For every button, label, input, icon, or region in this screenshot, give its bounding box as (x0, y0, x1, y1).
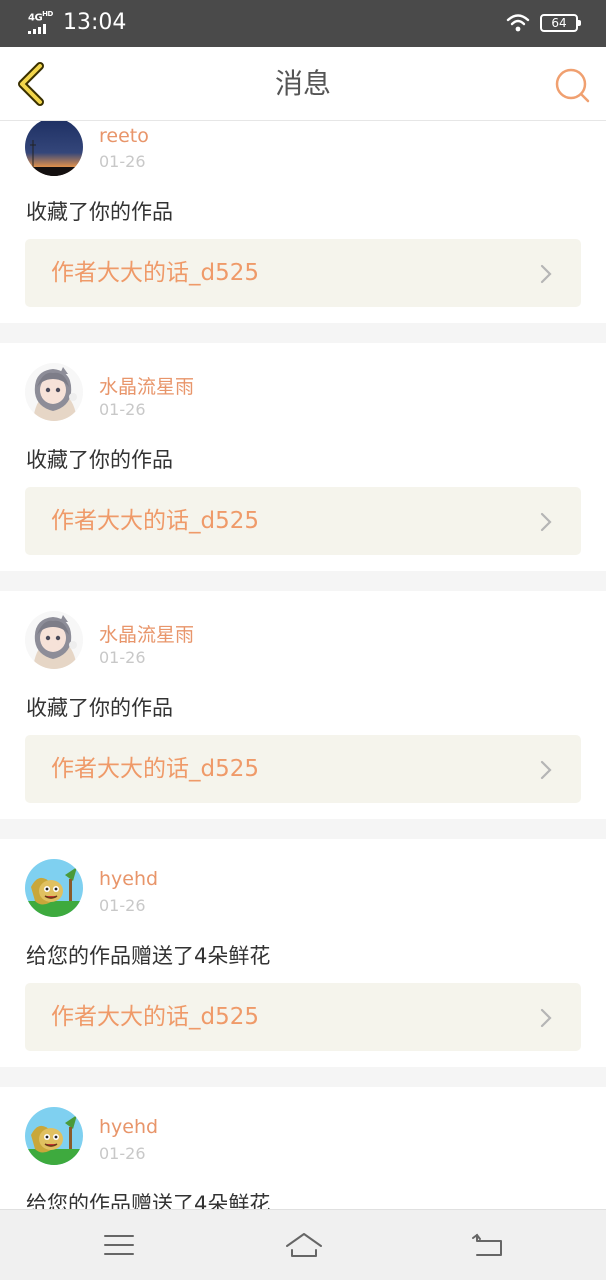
chevron-right-icon (540, 512, 552, 532)
timestamp: 01-26 (99, 648, 146, 667)
work-title: 作者大大的话_d525 (51, 756, 259, 782)
username[interactable]: 水晶流星雨 (99, 620, 194, 647)
message-text: 给您的作品赠送了4朵鲜花 (26, 944, 271, 968)
wifi-icon (506, 14, 530, 32)
work-link[interactable]: 作者大大的话_d525 (25, 983, 581, 1051)
username[interactable]: hyehd (99, 1116, 158, 1138)
message-list[interactable]: reeto 01-26 收藏了你的作品 作者大大的话_d525 水晶流星雨 01… (0, 121, 606, 1209)
timestamp: 01-26 (99, 400, 146, 419)
username[interactable]: reeto (99, 125, 149, 147)
chevron-right-icon (540, 760, 552, 780)
work-title: 作者大大的话_d525 (51, 508, 259, 534)
message-card: 水晶流星雨 01-26 收藏了你的作品 作者大大的话_d525 (0, 343, 606, 571)
work-link[interactable]: 作者大大的话_d525 (25, 239, 581, 307)
timestamp: 01-26 (99, 896, 146, 915)
chevron-right-icon (540, 1008, 552, 1028)
battery-level: 64 (551, 16, 567, 30)
timestamp: 01-26 (99, 152, 146, 171)
signal-icon: 4GHD (28, 10, 58, 36)
avatar[interactable] (25, 859, 83, 917)
message-card: reeto 01-26 收藏了你的作品 作者大大的话_d525 (0, 121, 606, 323)
message-text: 收藏了你的作品 (26, 696, 173, 720)
message-card: hyehd 01-26 给您的作品赠送了4朵鲜花 作者大大的话_d525 (0, 839, 606, 1067)
clock: 13:04 (63, 10, 127, 35)
avatar[interactable] (25, 121, 83, 176)
avatar[interactable] (25, 611, 83, 669)
network-label: 4GHD (28, 10, 53, 24)
menu-icon[interactable] (102, 1230, 136, 1260)
search-icon[interactable] (552, 65, 592, 105)
username[interactable]: hyehd (99, 868, 158, 890)
work-title: 作者大大的话_d525 (51, 260, 259, 286)
message-card: 水晶流星雨 01-26 收藏了你的作品 作者大大的话_d525 (0, 591, 606, 819)
page-title: 消息 (274, 67, 331, 100)
work-link[interactable]: 作者大大的话_d525 (25, 487, 581, 555)
work-link[interactable]: 作者大大的话_d525 (25, 735, 581, 803)
avatar[interactable] (25, 1107, 83, 1165)
back-nav-icon[interactable] (471, 1230, 505, 1260)
work-title: 作者大大的话_d525 (51, 1004, 259, 1030)
system-nav-bar (0, 1209, 606, 1280)
avatar[interactable] (25, 363, 83, 421)
message-card: hyehd 01-26 给您的作品赠送了4朵鲜花 (0, 1087, 606, 1209)
chevron-right-icon (540, 264, 552, 284)
message-text: 收藏了你的作品 (26, 200, 173, 224)
home-icon[interactable] (284, 1230, 324, 1260)
status-bar: 4GHD 13:04 64 (0, 0, 606, 47)
message-text: 给您的作品赠送了4朵鲜花 (26, 1192, 271, 1209)
battery-icon: 64 (540, 14, 581, 32)
username[interactable]: 水晶流星雨 (99, 372, 194, 399)
nav-bar: 消息 (0, 47, 606, 121)
message-text: 收藏了你的作品 (26, 448, 173, 472)
timestamp: 01-26 (99, 1144, 146, 1163)
